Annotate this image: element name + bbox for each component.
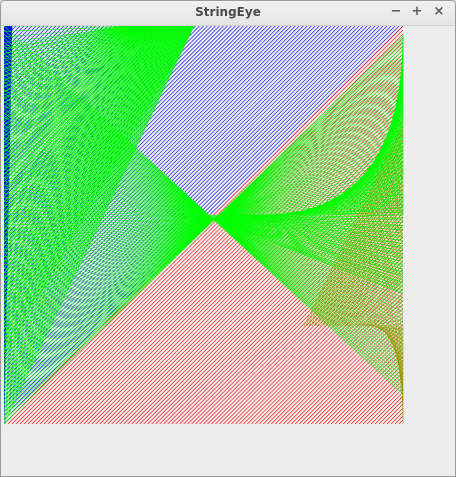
string-line [338, 360, 404, 425]
string-line [315, 336, 404, 425]
string-line [235, 256, 404, 425]
string-line [398, 419, 404, 425]
string-line [342, 364, 404, 425]
string-line [366, 387, 404, 425]
string-line [382, 403, 404, 425]
string-line [354, 376, 404, 425]
minimize-button[interactable]: − [387, 3, 405, 21]
string-line [358, 380, 404, 425]
string-line [394, 415, 404, 425]
string-line [370, 391, 404, 425]
app-window: StringEye − + × [0, 0, 456, 477]
string-line [330, 352, 404, 425]
close-button[interactable]: × [430, 3, 448, 21]
string-line [239, 260, 404, 425]
string-line [263, 284, 404, 425]
string-line [386, 407, 404, 425]
string-line [326, 348, 404, 425]
string-line [303, 324, 404, 425]
title-bar[interactable]: StringEye − + × [1, 1, 455, 26]
maximize-button[interactable]: + [408, 3, 426, 21]
string-art-canvas [4, 26, 404, 425]
string-line [307, 328, 404, 425]
